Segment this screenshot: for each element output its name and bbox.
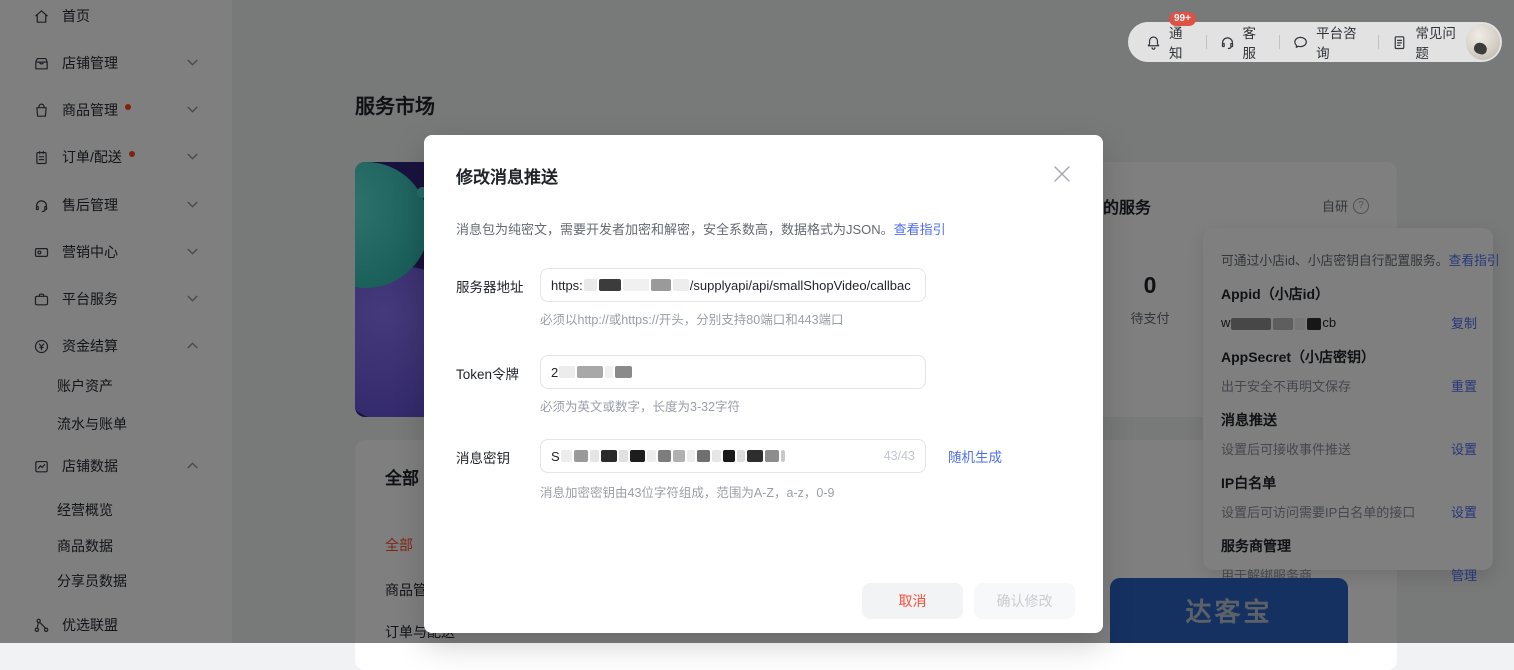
topbar: 通知 99+ 客服 平台咨询 常见问题: [1128, 22, 1502, 62]
redacted-block: [559, 366, 575, 378]
headset-icon: [1219, 34, 1236, 51]
redacted-block: [673, 279, 689, 291]
redacted-block: [673, 450, 685, 462]
platform-consult-button[interactable]: 平台咨询: [1292, 22, 1366, 62]
server-address-label: 服务器地址: [456, 276, 540, 296]
modal-description-text: 消息包为纯密文，需要开发者加密和解密，安全系数高，数据格式为JSON。: [456, 222, 894, 237]
divider: [1378, 35, 1379, 49]
token-input[interactable]: 2: [540, 355, 926, 389]
redacted-block: [723, 450, 735, 462]
value-prefix: 2: [551, 365, 558, 380]
close-icon[interactable]: [1053, 165, 1071, 183]
user-avatar[interactable]: [1466, 24, 1500, 60]
divider: [1206, 35, 1207, 49]
faq-label: 常见问题: [1415, 22, 1465, 62]
redacted-block: [619, 450, 628, 462]
redacted-block: [605, 366, 613, 378]
view-guide-link[interactable]: 查看指引: [894, 222, 946, 237]
token-label: Token令牌: [456, 363, 540, 383]
chat-bubble-icon: [1292, 34, 1309, 51]
customer-service-label: 客服: [1243, 22, 1268, 62]
notifications-button[interactable]: 通知 99+: [1145, 22, 1194, 62]
edit-message-push-modal: 修改消息推送 消息包为纯密文，需要开发者加密和解密，安全系数高，数据格式为JSO…: [424, 135, 1103, 633]
redacted-block: [781, 450, 785, 462]
redacted-block: [623, 279, 649, 291]
random-generate-link[interactable]: 随机生成: [948, 446, 1002, 466]
cancel-button[interactable]: 取消: [862, 583, 963, 619]
redacted-block: [712, 450, 721, 462]
modal-title: 修改消息推送: [456, 163, 558, 188]
secret-helper: 消息加密密钥由43位字符组成，范围为A-Z，a-z，0-9: [540, 482, 834, 501]
document-list-icon: [1391, 34, 1408, 51]
platform-consult-label: 平台咨询: [1316, 22, 1366, 62]
notifications-label: 通知: [1169, 22, 1194, 62]
faq-button[interactable]: 常见问题: [1391, 22, 1465, 62]
redacted-block: [658, 450, 671, 462]
server-address-helper: 必须以http://或https://开头，分别支持80端口和443端口: [540, 309, 844, 328]
redacted-block: [599, 279, 621, 291]
token-helper: 必须为英文或数字，长度为3-32字符: [540, 396, 740, 415]
server-address-input[interactable]: https: /supplyapi/api/smallShopVideo/call…: [540, 268, 926, 302]
redacted-block: [584, 279, 597, 291]
redacted-block: [615, 366, 632, 378]
secret-label: 消息密钥: [456, 447, 540, 467]
secret-input[interactable]: S 43/43: [540, 439, 926, 473]
redacted-block: [561, 450, 572, 462]
redacted-block: [647, 450, 656, 462]
char-counter: 43/43: [884, 449, 915, 463]
divider: [1279, 35, 1280, 49]
redacted-block: [737, 450, 745, 462]
redacted-block: [765, 450, 779, 462]
redacted-block: [747, 450, 763, 462]
redacted-block: [577, 366, 603, 378]
secret-value: S: [551, 449, 878, 464]
customer-service-button[interactable]: 客服: [1219, 22, 1268, 62]
value-prefix: S: [551, 449, 560, 464]
value-suffix: /supplyapi/api/smallShopVideo/callbac: [690, 278, 911, 293]
token-value: 2: [551, 365, 915, 380]
redacted-block: [630, 450, 645, 462]
modal-description: 消息包为纯密文，需要开发者加密和解密，安全系数高，数据格式为JSON。查看指引: [456, 219, 946, 238]
server-address-value: https: /supplyapi/api/smallShopVideo/call…: [551, 278, 915, 293]
redacted-block: [574, 450, 588, 462]
redacted-block: [590, 450, 599, 462]
redacted-block: [697, 450, 710, 462]
notification-count-badge: 99+: [1169, 12, 1196, 26]
redacted-block: [651, 279, 671, 291]
confirm-button[interactable]: 确认修改: [974, 583, 1075, 619]
bell-icon: [1145, 34, 1162, 51]
redacted-block: [601, 450, 617, 462]
redacted-block: [687, 450, 695, 462]
value-prefix: https:: [551, 278, 583, 293]
